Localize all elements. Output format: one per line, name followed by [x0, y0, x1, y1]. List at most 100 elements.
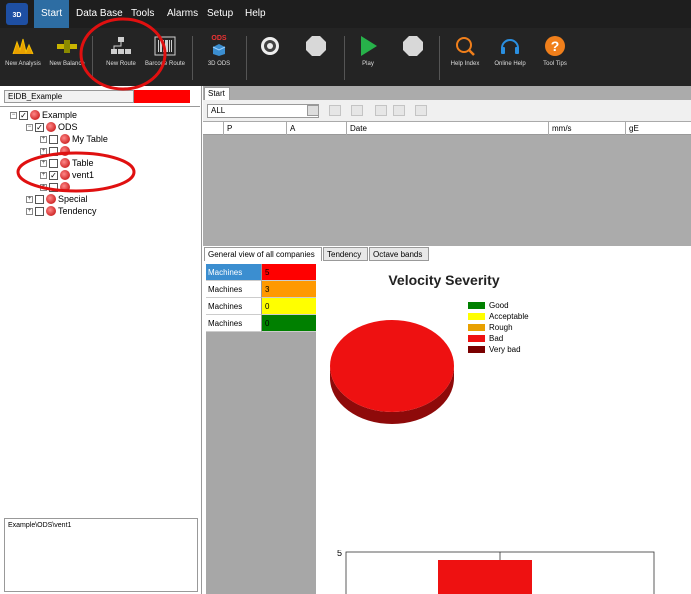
barcode-route-button[interactable]: Barcode Route	[143, 32, 187, 68]
copy-icon[interactable]	[351, 105, 363, 116]
tool-tips-button[interactable]: ? Tool Tips	[533, 32, 577, 68]
column-p[interactable]: P	[223, 122, 286, 135]
add-icon[interactable]	[375, 105, 387, 116]
new-route-button[interactable]: New Route	[99, 32, 143, 68]
expand-toggle[interactable]: +	[26, 195, 33, 203]
column-date[interactable]: Date	[346, 122, 548, 135]
tree-node-label: Special	[58, 194, 88, 204]
filter-toolbar: ALL ▼	[203, 100, 691, 122]
column-ge[interactable]: gE	[625, 122, 691, 135]
record-button[interactable]	[248, 32, 292, 61]
tree-checkbox[interactable]: ✓	[49, 170, 58, 180]
tab-general-view[interactable]: General view of all companies	[204, 247, 322, 261]
tab-octave-bands[interactable]: Octave bands	[369, 247, 429, 261]
stop-button[interactable]	[294, 32, 338, 61]
tree-checkbox[interactable]	[49, 158, 58, 168]
tree-node-label: Tendency	[58, 206, 97, 216]
expand-toggle[interactable]: +	[40, 183, 47, 191]
expand-toggle[interactable]: +	[40, 135, 47, 143]
tree-node-label: ODS	[58, 122, 78, 132]
summary-panel: General view of all companies Tendency O…	[203, 246, 691, 594]
collapse-toggle[interactable]: −	[26, 123, 33, 131]
column-a[interactable]: A	[286, 122, 346, 135]
machines-row[interactable]: Machines 0	[206, 298, 316, 315]
tree-checkbox[interactable]: ✓	[19, 110, 28, 120]
legend-entry: Rough	[468, 322, 529, 333]
node-icon	[46, 206, 56, 216]
tree-checkbox[interactable]: ✓	[35, 122, 44, 132]
tree-checkbox[interactable]	[35, 206, 44, 216]
tree-node-special[interactable]: + Special	[26, 193, 88, 205]
database-tree[interactable]: − ✓ Example − ✓ ODS + My Table + + Table	[0, 106, 200, 516]
play-button[interactable]: Play	[346, 32, 390, 68]
column-mm-s[interactable]: mm/s	[548, 122, 625, 135]
ods-3d-button[interactable]: ODS 3D ODS	[197, 32, 241, 68]
tree-node-table[interactable]: + Table	[40, 157, 94, 169]
menu-help[interactable]: Help	[238, 0, 273, 28]
tree-node-vent1[interactable]: + ✓ vent1	[40, 169, 94, 181]
menu-start[interactable]: Start	[34, 0, 70, 28]
machines-row[interactable]: Machines 3	[206, 281, 316, 298]
tree-checkbox[interactable]	[35, 194, 44, 204]
menu-tools[interactable]: Tools	[124, 0, 161, 28]
new-analysis-label: New Analysis	[5, 61, 41, 67]
ods-cube-icon: ODS	[207, 34, 231, 58]
tab-start[interactable]: Start	[204, 87, 230, 100]
chart-icon[interactable]	[329, 105, 341, 116]
tree-node-ods[interactable]: − ✓ ODS	[26, 121, 78, 133]
expand-toggle[interactable]: +	[40, 159, 47, 167]
machines-label: Machines	[206, 315, 262, 332]
database-name: EIDB_Example	[4, 90, 134, 103]
legend-label: Rough	[489, 323, 513, 332]
new-balance-button[interactable]: New Balance	[45, 32, 89, 68]
app-logo: 3D	[6, 3, 28, 25]
delete-icon[interactable]	[415, 105, 427, 116]
pause-button[interactable]	[391, 32, 435, 61]
tree-node-label: Table	[72, 158, 94, 168]
machines-label: Machines	[206, 298, 262, 315]
ods-badge: ODS	[211, 35, 227, 42]
question-icon: ?	[543, 34, 567, 58]
tree-node-hidden[interactable]: +	[40, 145, 70, 157]
stop-octagon-icon	[304, 34, 328, 58]
tree-node-tendency[interactable]: + Tendency	[26, 205, 97, 217]
node-icon	[60, 158, 70, 168]
machines-count: 0	[262, 315, 316, 332]
tree-checkbox[interactable]	[49, 146, 58, 156]
expand-toggle[interactable]: +	[26, 207, 33, 215]
legend-swatch	[468, 335, 485, 342]
machines-row[interactable]: Machines 0	[206, 315, 316, 332]
menu-setup[interactable]: Setup	[200, 0, 240, 28]
edit-icon[interactable]	[393, 105, 405, 116]
collapse-toggle[interactable]: −	[10, 111, 17, 119]
new-analysis-button[interactable]: New Analysis	[1, 32, 45, 68]
help-index-icon	[453, 34, 477, 58]
node-icon	[46, 194, 56, 204]
tool-tips-label: Tool Tips	[543, 61, 567, 67]
legend-label: Very bad	[489, 345, 521, 354]
legend-entry: Good	[468, 300, 529, 311]
filter-select[interactable]: ALL ▼	[207, 104, 319, 118]
machines-row[interactable]: Machines 5	[206, 264, 316, 281]
tree-checkbox[interactable]	[49, 182, 58, 192]
expand-toggle[interactable]: +	[40, 147, 47, 155]
help-index-label: Help Index	[450, 61, 480, 67]
online-help-button[interactable]: Online Help	[488, 32, 532, 68]
barcode-route-label: Barcode Route	[144, 61, 186, 67]
node-icon	[46, 122, 56, 132]
menu-alarms[interactable]: Alarms	[160, 0, 205, 28]
tree-node-example[interactable]: − ✓ Example	[10, 109, 77, 121]
legend-entry: Bad	[468, 333, 529, 344]
menu-database[interactable]: Data Base	[69, 0, 130, 28]
legend-swatch	[468, 346, 485, 353]
expand-toggle[interactable]: +	[40, 171, 47, 179]
help-index-button[interactable]: Help Index	[443, 32, 487, 68]
tree-node-my-table[interactable]: + My Table	[40, 133, 108, 145]
node-icon	[30, 110, 40, 120]
selected-path: Example\ODS\vent1	[4, 518, 198, 592]
tab-tendency[interactable]: Tendency	[323, 247, 368, 261]
tree-node-vent2[interactable]: +	[40, 181, 70, 193]
machines-label: Machines	[206, 264, 262, 281]
grid-view-icon[interactable]	[307, 105, 319, 116]
tree-checkbox[interactable]	[49, 134, 58, 144]
